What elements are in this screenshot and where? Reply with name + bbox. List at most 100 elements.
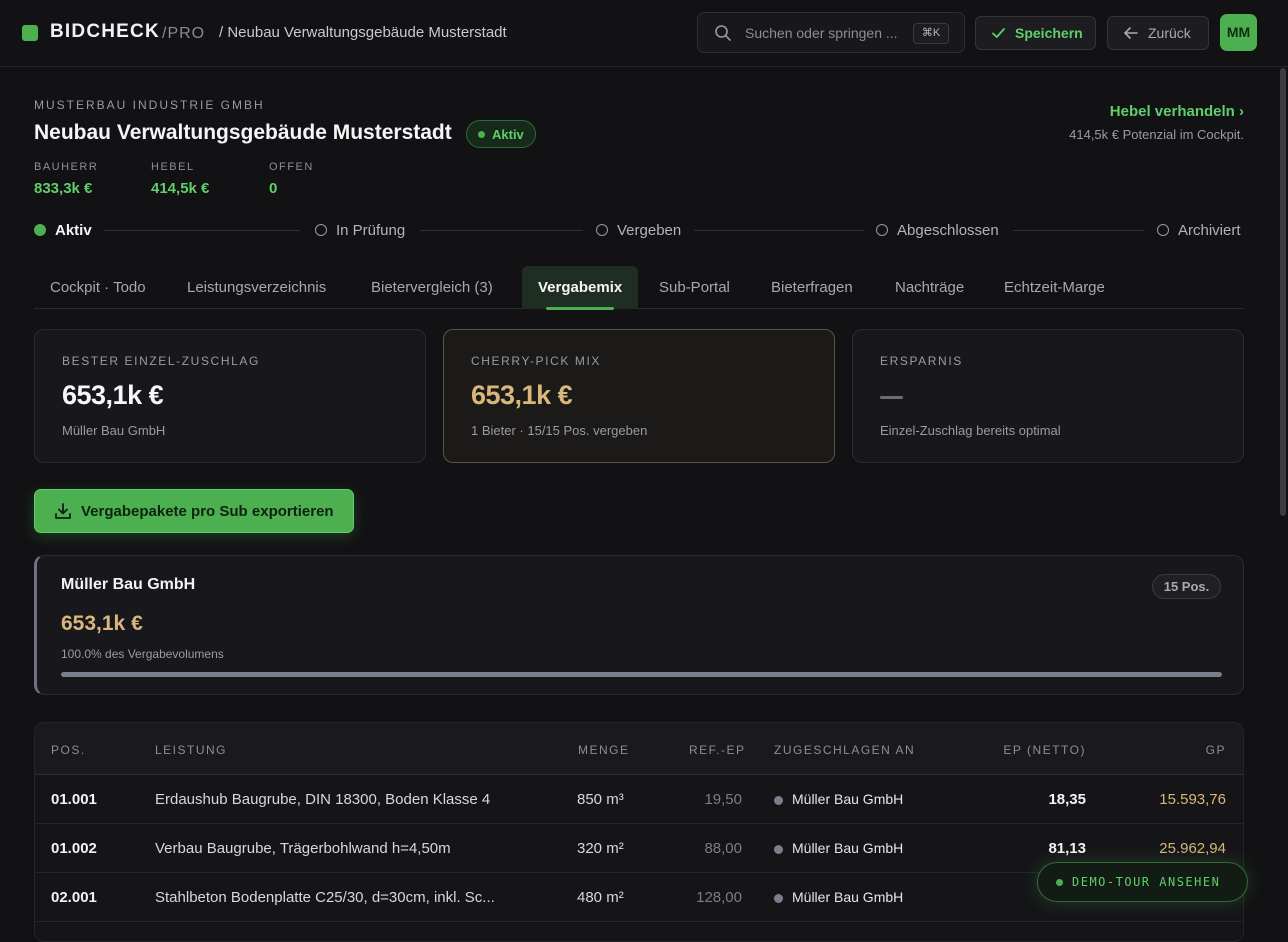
cell-leistung: Verbau Baugrube, Trägerbohlwand h=4,50m [155,840,451,857]
company-name: MUSTERBAU INDUSTRIE GMBH [34,98,265,112]
step-circle-icon [876,224,888,236]
logo-icon [22,25,38,41]
arrow-left-icon [1124,27,1138,39]
search-placeholder[interactable]: Suchen oder springen ... [745,25,898,41]
step-label: In Prüfung [336,222,406,239]
save-button[interactable]: Speichern [975,16,1096,50]
cell-menge: 480 m² [577,889,624,906]
step-label: Aktiv [55,222,92,239]
card-value: 653,1k € [62,380,164,410]
positions-table: POS. LEISTUNG MENGE REF.-EP ZUGESCHLAGEN… [34,722,1244,942]
scrollbar[interactable] [1280,68,1286,516]
hebel-potential-text: 414,5k € Potenzial im Cockpit. [1069,127,1244,142]
cell-ep: 18,35 [1048,791,1086,808]
subcontractor-value: 653,1k € [61,612,143,635]
empty-value-dash [880,396,903,399]
tab-leistungsverzeichnis[interactable]: Leistungsverzeichnis [187,266,326,309]
step-circle-icon [596,224,608,236]
stat-label-offen: OFFEN [269,161,314,173]
bidder-dot-icon [774,894,783,903]
brand-suffix: /PRO [162,25,206,42]
col-header-leistung[interactable]: LEISTUNG [155,743,227,757]
cell-ref-ep: 19,50 [704,791,742,808]
search-icon [715,25,731,41]
card-ersparnis: ERSPARNIS Einzel-Zuschlag bereits optima… [852,329,1244,463]
step-circle-icon [34,224,46,236]
card-label: CHERRY-PICK MIX [471,354,602,368]
tab-bietervergleich[interactable]: Bietervergleich (3) [371,266,493,309]
top-bar: BIDCHECK /PRO / Neubau Verwaltungsgebäud… [0,0,1288,67]
step-circle-icon [315,224,327,236]
save-button-label: Speichern [1015,25,1083,41]
step-circle-icon [1157,224,1169,236]
table-header: POS. LEISTUNG MENGE REF.-EP ZUGESCHLAGEN… [35,723,1243,775]
status-badge: Aktiv [466,120,536,148]
cell-menge: 320 m² [577,840,624,857]
check-icon [992,28,1005,38]
card-subtext: Einzel-Zuschlag bereits optimal [880,423,1061,438]
search-box[interactable]: Suchen oder springen ... ⌘K [697,12,965,53]
cell-pos: 01.002 [51,840,97,857]
cell-ref-ep: 128,00 [696,889,742,906]
tab-cockpit[interactable]: Cockpit · Todo [50,266,146,309]
cell-bidder[interactable]: Müller Bau GmbH [774,840,934,860]
col-header-gp[interactable]: GP [1206,743,1226,757]
card-label: ERSPARNIS [880,354,963,368]
cell-menge: 850 m³ [577,791,624,808]
step-connector [420,230,583,231]
tab-nachtraege[interactable]: Nachträge [895,266,964,309]
volume-progress-fill [61,672,1222,677]
cell-leistung: Erdaushub Baugrube, DIN 18300, Boden Kla… [155,791,491,808]
card-label: BESTER EINZEL-ZUSCHLAG [62,354,260,368]
tab-vergabemix[interactable]: Vergabemix [522,266,639,310]
subcontractor-card[interactable]: Müller Bau GmbH 15 Pos. 653,1k € 100.0% … [34,555,1244,695]
stat-value-hebel: 414,5k € [151,180,210,197]
brand-name[interactable]: BIDCHECK [50,21,160,43]
col-header-pos[interactable]: POS. [51,743,86,757]
demo-tour-button[interactable]: DEMO-TOUR ANSEHEN [1037,862,1248,902]
back-button-label: Zurück [1148,25,1191,41]
step-label: Abgeschlossen [897,222,999,239]
card-subtext: 1 Bieter · 15/15 Pos. vergeben [471,423,648,438]
download-icon [55,503,71,519]
col-header-ref-ep[interactable]: REF.-EP [689,743,746,757]
col-header-menge[interactable]: MENGE [578,743,630,757]
tab-echtzeit-marge[interactable]: Echtzeit-Marge [1004,266,1105,309]
cell-ep: 81,13 [1048,840,1086,857]
bidder-dot-icon [774,845,783,854]
cell-pos: 02.001 [51,889,97,906]
cell-gp: 15.593,76 [1159,791,1226,808]
breadcrumb[interactable]: / Neubau Verwaltungsgebäude Musterstadt [219,24,507,41]
tab-vergabemix-label: Vergabemix [538,279,623,296]
card-value: 653,1k € [471,380,573,410]
bidder-name: Müller Bau GmbH [792,840,904,856]
subcontractor-name: Müller Bau GmbH [61,576,196,593]
col-header-zugeschlagen[interactable]: ZUGESCHLAGEN AN [774,743,915,757]
tab-bieterfragen[interactable]: Bieterfragen [771,266,853,309]
back-button[interactable]: Zurück [1107,16,1209,50]
cell-ref-ep: 88,00 [704,840,742,857]
cell-gp: 25.962,94 [1159,840,1226,857]
cell-bidder[interactable]: Müller Bau GmbH [774,889,934,909]
volume-progress-bar [61,672,1222,677]
cell-leistung: Stahlbeton Bodenplatte C25/30, d=30cm, i… [155,889,495,906]
step-connector [694,230,864,231]
hebel-verhandeln-link[interactable]: Hebel verhandeln › [1110,103,1244,120]
cell-bidder[interactable]: Müller Bau GmbH [774,791,934,811]
cell-pos: 01.001 [51,791,97,808]
card-bester-einzel-zuschlag: BESTER EINZEL-ZUSCHLAG 653,1k € Müller B… [34,329,426,463]
table-row[interactable]: 01.001 Erdaushub Baugrube, DIN 18300, Bo… [35,775,1243,824]
bidder-name: Müller Bau GmbH [792,889,904,905]
stat-value-offen: 0 [269,180,278,197]
step-label: Archiviert [1178,222,1241,239]
export-packages-button[interactable]: Vergabepakete pro Sub exportieren [34,489,354,533]
col-header-ep[interactable]: EP (NETTO) [1003,743,1086,757]
demo-tour-label: DEMO-TOUR ANSEHEN [1072,875,1221,889]
avatar[interactable]: MM [1220,14,1257,51]
tab-sub-portal[interactable]: Sub-Portal [659,266,730,309]
tab-bar: Cockpit · Todo Leistungsverzeichnis Biet… [34,266,1244,310]
card-subtext: Müller Bau GmbH [62,423,166,438]
positions-badge: 15 Pos. [1152,574,1221,599]
page-title: Neubau Verwaltungsgebäude Musterstadt [34,121,452,144]
stat-label-hebel: HEBEL [151,161,195,173]
